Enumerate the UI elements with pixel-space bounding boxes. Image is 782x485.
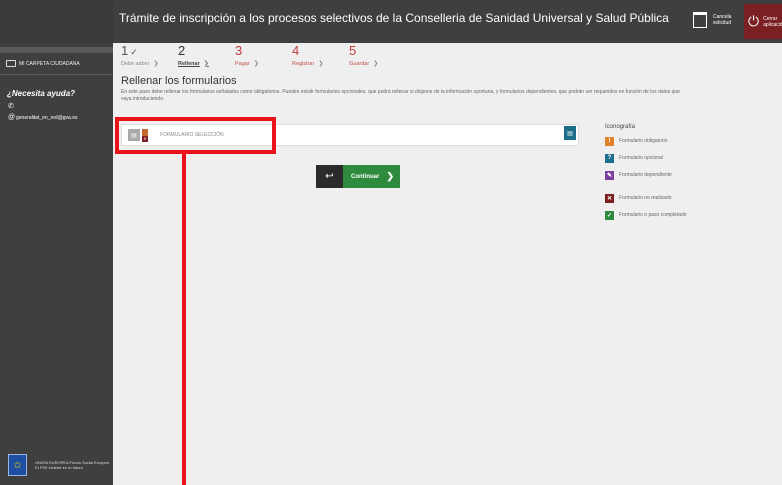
- not-done-icon: ✕: [605, 193, 614, 203]
- eu-text: UNIÓN EUROPEA Fondo Social Europeo El FS…: [35, 460, 110, 470]
- highlight-box: [115, 117, 276, 154]
- chevron-right-icon: ❯: [318, 61, 324, 67]
- section-heading: Rellenar los formularios: [121, 75, 237, 87]
- help-email[interactable]: generalitat_en_red@gva.es: [16, 115, 78, 121]
- step-number: 5: [349, 43, 357, 58]
- power-icon: ⏻: [748, 13, 760, 29]
- completed-icon: ✓: [605, 210, 614, 220]
- exit-button[interactable]: ⏻ Cerrar aplicación: [744, 4, 782, 39]
- check-icon: ✓: [130, 47, 138, 57]
- step-number: 3: [235, 43, 243, 58]
- legend-label: Formulario dependiente: [619, 172, 672, 178]
- chevron-right-icon: ❯: [203, 61, 209, 67]
- main-content: 1 ✓ Debe saber ❯ 2 Rellenar ❯ 3 Pagar ❯ 4 Re…: [113, 43, 782, 485]
- help-title: ¿Necesita ayuda?: [7, 89, 76, 98]
- cancel-label: Cancela solicitud: [713, 14, 732, 26]
- chevron-right-icon: ❯: [153, 61, 159, 67]
- legend-item: ? Formulario opcional: [605, 153, 687, 163]
- mandatory-icon: !: [605, 136, 614, 146]
- legend-label: Formulario opcional: [619, 155, 663, 161]
- phone-line: ✆: [8, 102, 113, 110]
- back-arrow-icon[interactable]: ↩: [316, 165, 343, 188]
- eu-logo: ✩ UNIÓN EUROPEA Fondo Social Europeo El …: [8, 451, 110, 479]
- step-number: 4: [292, 43, 300, 58]
- at-icon: @: [8, 114, 16, 121]
- step-1[interactable]: 1 ✓ Debe saber ❯: [121, 43, 178, 67]
- step-number: 1: [121, 43, 129, 58]
- step-label: Guardar: [349, 61, 370, 67]
- document-icon: ▤: [567, 130, 573, 137]
- optional-icon: ?: [605, 153, 614, 163]
- continue-button[interactable]: ↩ Continuar ❯: [316, 165, 400, 188]
- step-number: 2: [178, 43, 186, 58]
- section-description: En este paso debe rellenar los formulari…: [121, 89, 680, 102]
- legend-item: ✕ Formulario no realizado: [605, 193, 687, 203]
- legend-title: Iconografía: [605, 124, 636, 130]
- step-4[interactable]: 4 Registrar ❯: [292, 43, 349, 67]
- my-folder-label: MI CARPETA CIUDADANA: [19, 60, 80, 67]
- step-label: Pagar: [235, 61, 250, 67]
- folder-icon: [6, 60, 16, 67]
- legend-label: Formulario no realizado: [619, 195, 672, 201]
- continue-main[interactable]: Continuar ❯: [343, 165, 400, 188]
- my-folder-link[interactable]: MI CARPETA CIUDADANA: [0, 53, 113, 75]
- trash-icon: [693, 12, 707, 28]
- continue-label: Continuar: [351, 173, 380, 180]
- step-label: Registrar: [292, 61, 315, 67]
- sidebar: MI CARPETA CIUDADANA ¿Necesita ayuda? ✆ …: [0, 0, 113, 485]
- sidebar-top: [0, 0, 113, 43]
- legend-item: ✎ Formulario dependiente: [605, 170, 687, 180]
- step-label: Debe saber: [121, 61, 150, 67]
- chevron-right-icon: ❯: [386, 171, 394, 181]
- dependent-icon: ✎: [605, 170, 614, 180]
- step-bar: 1 ✓ Debe saber ❯ 2 Rellenar ❯ 3 Pagar ❯ 4 Re…: [121, 43, 406, 67]
- phone-icon: ✆: [8, 103, 14, 110]
- highlight-pointer-line: [182, 154, 186, 485]
- legend-item: ✓ Formulario o paso completado: [605, 210, 687, 220]
- cancel-application-button[interactable]: Cancela solicitud: [693, 12, 735, 28]
- chevron-right-icon: ❯: [253, 61, 259, 67]
- email-line[interactable]: @ generalitat_en_red@gva.es: [8, 114, 113, 121]
- page-title: Trámite de inscripción a los procesos se…: [119, 11, 669, 25]
- exit-label: Cerrar aplicación: [763, 15, 782, 28]
- eu-flag-icon: ✩: [8, 454, 28, 476]
- step-3[interactable]: 3 Pagar ❯: [235, 43, 292, 67]
- step-2[interactable]: 2 Rellenar ❯: [178, 43, 235, 67]
- open-form-button[interactable]: ▤: [564, 126, 576, 140]
- step-label: Rellenar: [178, 61, 200, 67]
- icon-legend: Iconografía ! Formulario obligatorio ? F…: [605, 124, 687, 227]
- step-5[interactable]: 5 Guardar ❯: [349, 43, 406, 67]
- header: Trámite de inscripción a los procesos se…: [113, 0, 782, 43]
- legend-label: Formulario o paso completado: [619, 212, 687, 218]
- chevron-right-icon: ❯: [373, 61, 379, 67]
- legend-label: Formulario obligatorio: [619, 138, 668, 144]
- legend-item: ! Formulario obligatorio: [605, 136, 687, 146]
